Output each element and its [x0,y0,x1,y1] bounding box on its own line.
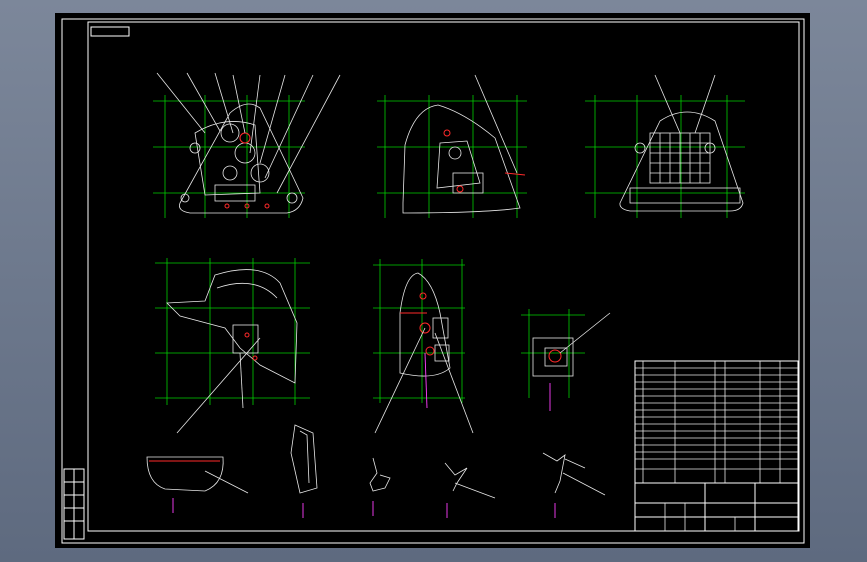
view-front [153,72,341,218]
view-rear [585,74,745,218]
view-side [377,74,527,218]
view-detail [521,309,611,411]
inner-frame [87,21,800,532]
corner-label-box [90,26,130,37]
drawing-sheet [55,13,810,548]
section-details [146,424,606,518]
parts-list [634,360,799,484]
left-margin-table [63,468,85,540]
cad-drawing [61,18,805,544]
view-top [155,258,310,434]
title-block [634,482,799,532]
outer-frame [61,18,805,544]
view-section [373,259,474,434]
